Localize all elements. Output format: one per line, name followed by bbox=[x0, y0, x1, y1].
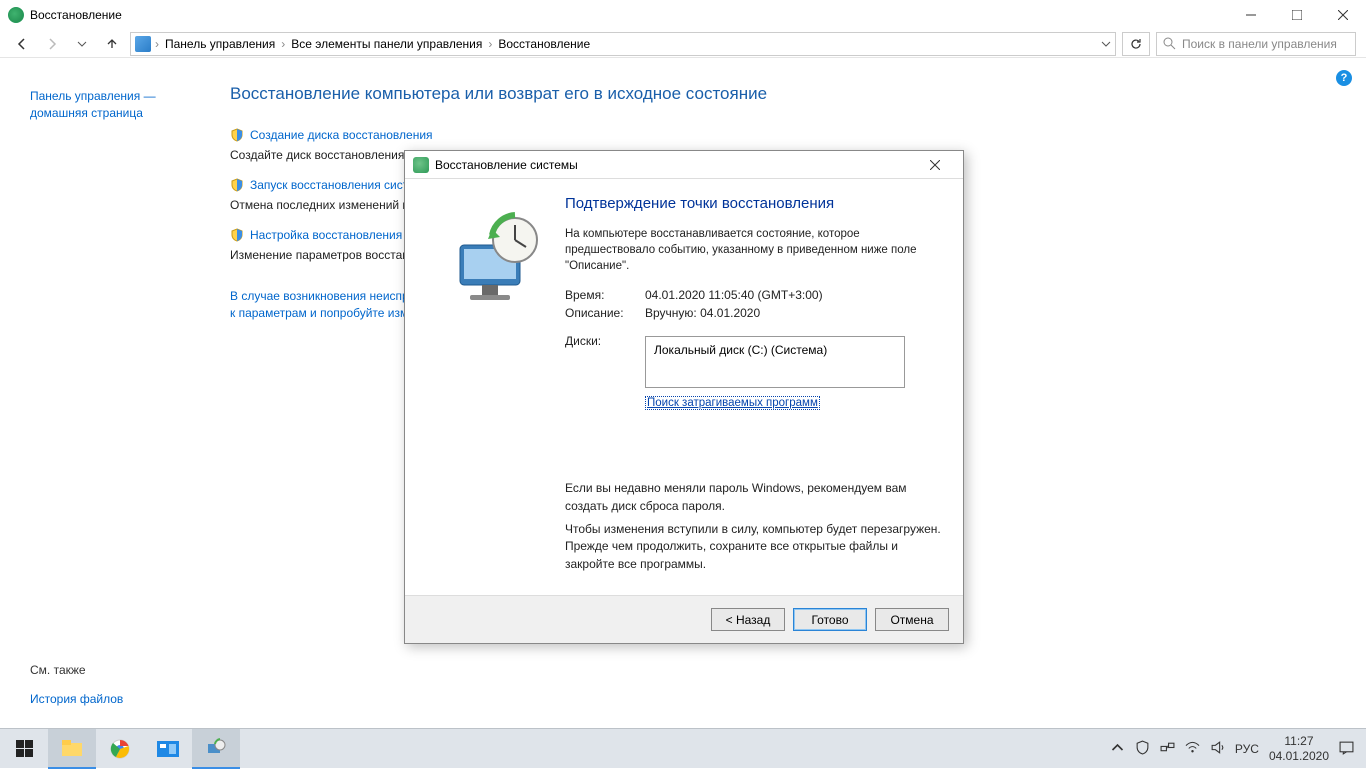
sidebar: Панель управления — домашняя страница См… bbox=[0, 58, 210, 728]
dialog-note-1: Если вы недавно меняли пароль Windows, р… bbox=[565, 480, 947, 515]
dialog-title: Восстановление системы bbox=[435, 158, 578, 172]
search-placeholder: Поиск в панели управления bbox=[1182, 37, 1337, 51]
refresh-button[interactable] bbox=[1122, 32, 1150, 56]
clock[interactable]: 11:27 04.01.2020 bbox=[1269, 734, 1329, 763]
tray-time: 11:27 bbox=[1269, 734, 1329, 748]
disk-entry: Локальный диск (C:) (Система) bbox=[654, 343, 827, 357]
security-icon[interactable] bbox=[1135, 740, 1150, 758]
description-label: Описание: bbox=[565, 306, 645, 320]
back-button[interactable]: < Назад bbox=[711, 608, 785, 631]
chevron-right-icon: › bbox=[488, 37, 492, 51]
system-tray: РУС 11:27 04.01.2020 bbox=[1098, 734, 1366, 763]
see-also-heading: См. также bbox=[30, 663, 123, 677]
taskbar-explorer[interactable] bbox=[48, 729, 96, 769]
open-system-restore-link[interactable]: Запуск восстановления системы bbox=[230, 178, 432, 192]
shield-icon bbox=[230, 128, 244, 142]
time-value: 04.01.2020 11:05:40 (GMT+3:00) bbox=[645, 288, 823, 302]
description-value: Вручную: 04.01.2020 bbox=[645, 306, 760, 320]
cancel-button[interactable]: Отмена bbox=[875, 608, 949, 631]
chevron-right-icon: › bbox=[155, 37, 159, 51]
dialog-heading: Подтверждение точки восстановления bbox=[565, 195, 947, 212]
dialog-note-2: Чтобы изменения вступили в силу, компьют… bbox=[565, 521, 947, 573]
dialog-titlebar: Восстановление системы bbox=[405, 151, 963, 179]
navigation-bar: › Панель управления › Все элементы панел… bbox=[0, 30, 1366, 58]
taskbar-chrome[interactable] bbox=[96, 729, 144, 769]
tray-chevron-up-icon[interactable] bbox=[1110, 740, 1125, 758]
back-button[interactable] bbox=[10, 32, 34, 56]
scan-affected-programs-link[interactable]: Поиск затрагиваемых программ bbox=[645, 396, 820, 410]
chevron-right-icon: › bbox=[281, 37, 285, 51]
up-button[interactable] bbox=[100, 32, 124, 56]
search-input[interactable]: Поиск в панели управления bbox=[1156, 32, 1356, 56]
volume-icon[interactable] bbox=[1210, 740, 1225, 758]
taskbar: РУС 11:27 04.01.2020 bbox=[0, 728, 1366, 768]
network-icon[interactable] bbox=[1160, 740, 1175, 758]
tray-date: 04.01.2020 bbox=[1269, 749, 1329, 763]
recovery-app-icon bbox=[8, 7, 24, 23]
shield-icon bbox=[230, 178, 244, 192]
recent-dropdown[interactable] bbox=[70, 32, 94, 56]
control-panel-home-link[interactable]: Панель управления — домашняя страница bbox=[30, 88, 194, 122]
minimize-button[interactable] bbox=[1228, 0, 1274, 30]
page-heading: Восстановление компьютера или возврат ег… bbox=[230, 84, 1346, 104]
address-bar[interactable]: › Панель управления › Все элементы панел… bbox=[130, 32, 1116, 56]
system-restore-dialog: Восстановление системы Подтверждение точ… bbox=[404, 150, 964, 644]
window-titlebar: Восстановление bbox=[0, 0, 1366, 30]
language-indicator[interactable]: РУС bbox=[1235, 742, 1259, 756]
link-label: Создание диска восстановления bbox=[250, 128, 433, 142]
window-title: Восстановление bbox=[30, 8, 122, 22]
wifi-icon[interactable] bbox=[1185, 740, 1200, 758]
dialog-close-button[interactable] bbox=[915, 152, 955, 178]
file-history-link[interactable]: История файлов bbox=[30, 691, 123, 708]
forward-button[interactable] bbox=[40, 32, 64, 56]
breadcrumb-mid[interactable]: Все элементы панели управления bbox=[289, 37, 484, 51]
notifications-icon[interactable] bbox=[1339, 740, 1354, 758]
chevron-down-icon[interactable] bbox=[1101, 39, 1111, 49]
disks-label: Диски: bbox=[565, 334, 645, 348]
breadcrumb-root[interactable]: Панель управления bbox=[163, 37, 277, 51]
start-button[interactable] bbox=[0, 729, 48, 769]
breadcrumb-leaf[interactable]: Восстановление bbox=[496, 37, 592, 51]
system-restore-icon bbox=[413, 157, 429, 173]
create-recovery-drive-link[interactable]: Создание диска восстановления bbox=[230, 128, 433, 142]
disks-list: Локальный диск (C:) (Система) bbox=[645, 336, 905, 388]
dialog-artwork bbox=[415, 195, 565, 579]
close-button[interactable] bbox=[1320, 0, 1366, 30]
taskbar-system-restore[interactable] bbox=[192, 729, 240, 769]
shield-icon bbox=[230, 228, 244, 242]
control-panel-icon bbox=[135, 36, 151, 52]
search-icon bbox=[1163, 37, 1176, 50]
time-label: Время: bbox=[565, 288, 645, 302]
maximize-button[interactable] bbox=[1274, 0, 1320, 30]
dialog-intro: На компьютере восстанавливается состояни… bbox=[565, 226, 947, 274]
finish-button[interactable]: Готово bbox=[793, 608, 867, 631]
taskbar-app-1[interactable] bbox=[144, 729, 192, 769]
